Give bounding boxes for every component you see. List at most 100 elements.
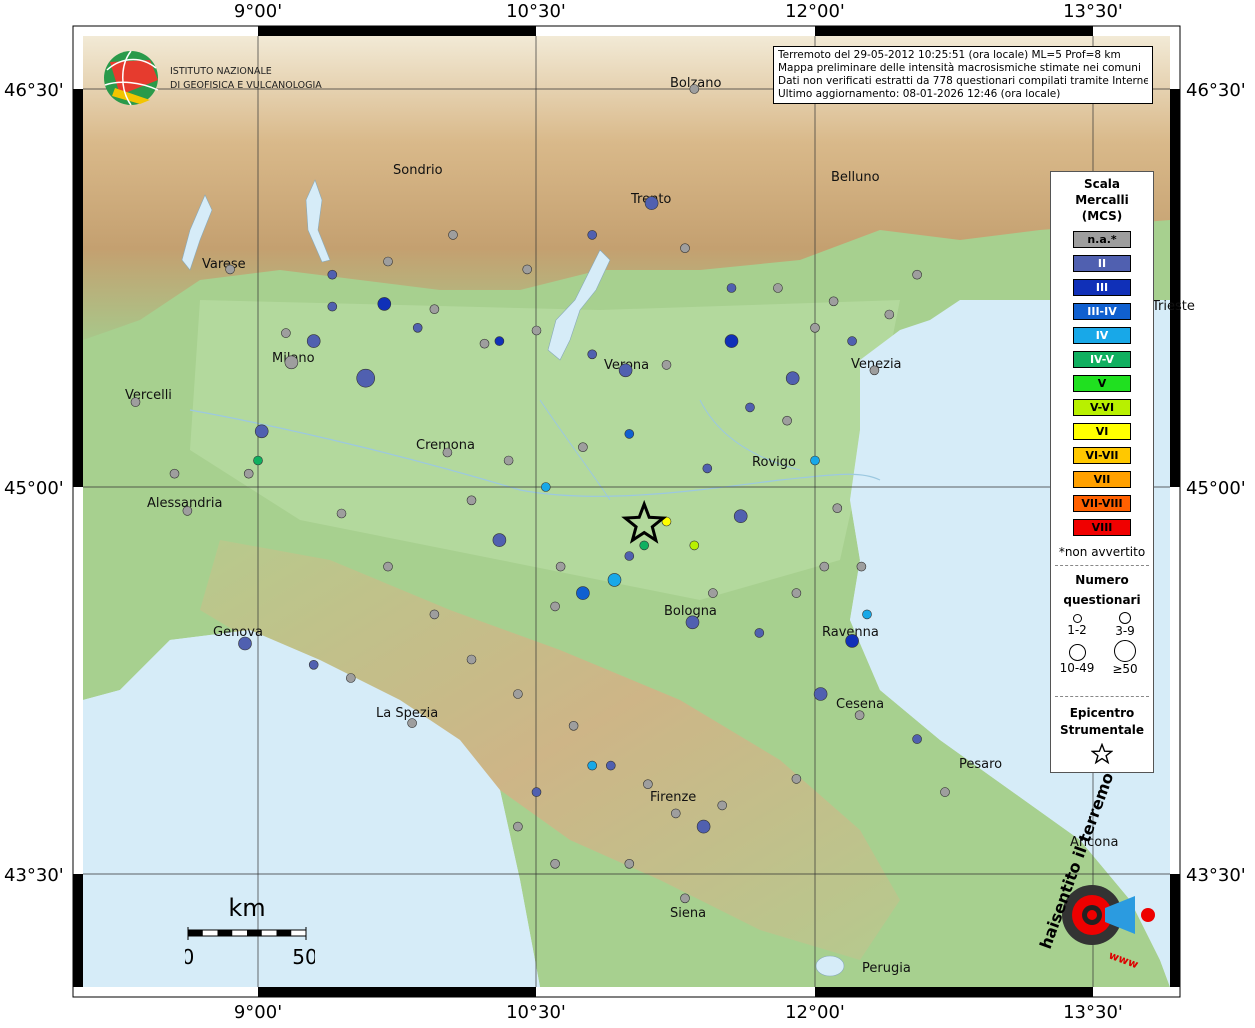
intensity-point	[513, 821, 523, 832]
intensity-point	[791, 774, 802, 784]
intensity-point	[243, 468, 254, 479]
terrain	[83, 36, 1170, 987]
info-line-2: Mappa preliminare delle intensità macros…	[778, 62, 1141, 74]
intensity-point	[605, 760, 616, 771]
legend-classes: n.a.* II III III-IV IV IV-V V V-VI VI VI-VII VII VI…	[1051, 231, 1153, 536]
legend-class-5: IV-V	[1073, 351, 1131, 368]
intensity-point	[862, 609, 872, 620]
intensity-point	[724, 334, 739, 348]
intensity-point	[182, 506, 193, 516]
intensity-point	[306, 334, 321, 348]
intensity-point	[607, 573, 622, 587]
intensity-point	[810, 322, 820, 333]
coord-right-2: 45°00'	[1186, 478, 1246, 499]
coord-right-1: 46°30'	[1186, 80, 1246, 101]
intensity-point	[639, 540, 650, 551]
coord-left-2: 45°00'	[4, 478, 64, 499]
intensity-point	[412, 322, 423, 333]
coord-left-3: 43°30'	[4, 865, 64, 886]
intensity-point	[578, 442, 588, 453]
legend-class-2: III	[1073, 279, 1131, 296]
scale-unit: km	[228, 894, 265, 922]
coord-bottom-1: 9°00'	[234, 1002, 282, 1023]
intensity-point	[466, 495, 477, 506]
coord-left-1: 46°30'	[4, 80, 64, 101]
intensity-point	[618, 363, 633, 378]
intensity-point	[791, 588, 802, 598]
intensity-point	[587, 760, 598, 771]
intensity-point	[670, 808, 681, 819]
intensity-point	[689, 540, 700, 551]
intensity-point	[832, 503, 843, 514]
city-label: Belluno	[831, 170, 880, 185]
info-box: Terremoto del 29-05-2012 10:25:51 (ora l…	[773, 46, 1153, 104]
intensity-point	[813, 687, 828, 701]
intensity-point	[745, 402, 755, 413]
intensity-point	[555, 561, 566, 572]
intensity-point	[540, 482, 551, 492]
intensity-point	[550, 601, 560, 612]
intensity-point	[869, 365, 880, 376]
intensity-point	[503, 455, 514, 466]
epicenter-title: Epicentro Strumentale	[1051, 705, 1153, 739]
intensity-point	[284, 355, 299, 370]
intensity-point	[624, 551, 635, 561]
size-1-2: 1-2	[1057, 614, 1097, 637]
coord-top-2: 10°30'	[506, 1, 566, 22]
intensity-point	[377, 297, 392, 311]
intensity-point	[522, 264, 533, 275]
size-10-49: 10-49	[1057, 644, 1097, 675]
intensity-point	[680, 243, 690, 253]
coord-top-1: 9°00'	[234, 1, 282, 22]
intensity-point	[513, 689, 523, 699]
legend-title-line: Scala	[1083, 177, 1121, 191]
count-sizes: 1-2 3-9 10-49 ≥50	[1051, 610, 1153, 690]
intensity-point	[407, 718, 417, 728]
city-label: Perugia	[862, 961, 911, 976]
intensity-point	[550, 858, 560, 869]
legend: Scala Mercalli (MCS) n.a.* II III III-IV IV I…	[1050, 171, 1154, 773]
intensity-point	[624, 858, 635, 869]
legend-class-11: VII-VIII	[1073, 495, 1131, 512]
intensity-point	[884, 309, 895, 320]
intensity-point	[327, 301, 338, 312]
intensity-point	[689, 84, 700, 94]
intensity-point	[576, 586, 590, 600]
intensity-point	[587, 349, 598, 360]
count-title-line: questionari	[1063, 593, 1141, 607]
epicenter-title-line: Strumentale	[1059, 723, 1145, 737]
scale-bar: km 0 50	[182, 890, 318, 970]
coord-bottom-4: 13°30'	[1063, 1002, 1123, 1023]
count-title-line: Numero	[1075, 573, 1129, 587]
intensity-point	[733, 509, 748, 524]
city-label: Varese	[202, 257, 246, 272]
star-icon	[1090, 742, 1114, 765]
intensity-point	[531, 325, 542, 336]
size-label: 1-2	[1067, 623, 1087, 637]
intensity-point	[466, 654, 477, 665]
intensity-point	[702, 463, 713, 474]
legend-title-line: (MCS)	[1081, 209, 1123, 223]
legend-class-12: VIII	[1073, 519, 1131, 536]
legend-divider	[1055, 696, 1149, 697]
size-3-9: 3-9	[1105, 612, 1145, 638]
city-label: Firenze	[650, 790, 696, 805]
intensity-point	[225, 264, 235, 275]
legend-class-10: VII	[1073, 471, 1131, 488]
legend-title: Scala Mercalli (MCS)	[1051, 176, 1153, 224]
intensity-point	[448, 230, 458, 240]
intensity-point	[327, 269, 338, 280]
intensity-point	[383, 256, 393, 267]
city-label: Trieste	[1151, 299, 1195, 314]
intensity-point	[308, 659, 319, 670]
info-line-4: Ultimo aggiornamento: 08-01-2026 12:46 (…	[778, 88, 1061, 100]
intensity-point	[854, 710, 865, 721]
intensity-point	[856, 561, 867, 572]
size-label: 10-49	[1059, 661, 1095, 675]
scale-min: 0	[185, 945, 194, 969]
legend-title-line: Mercalli	[1075, 193, 1129, 207]
size-50plus: ≥50	[1105, 640, 1145, 676]
city-label: Sondrio	[393, 163, 443, 178]
count-title: Numero questionari	[1051, 570, 1153, 610]
intensity-point	[336, 508, 347, 519]
